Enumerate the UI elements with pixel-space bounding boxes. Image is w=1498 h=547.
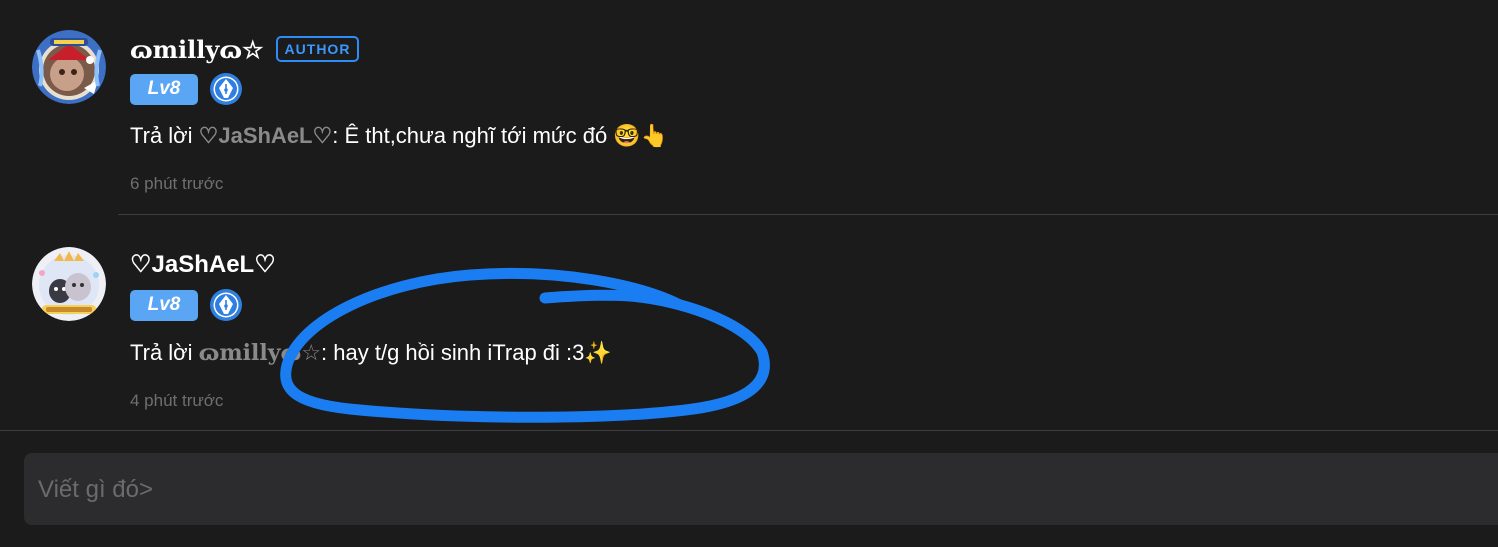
comment-timestamp: 4 phút trước: [130, 391, 224, 410]
comment-input[interactable]: [36, 453, 1480, 527]
reply-text: : hay t/g hồi sinh iTrap đi :3: [321, 340, 585, 365]
comment-item: ɷmillyɷ☆ AUTHOR Lv8 Trả lời ♡JaShAeL♡: Ê…: [0, 0, 1498, 214]
comment-body: Trả lời ♡JaShAeL♡: Ê tht,chưa nghĩ tới m…: [130, 123, 668, 149]
emoji-text: 🤓👆: [613, 123, 669, 148]
user-badges: Lv8: [130, 288, 243, 322]
comment-body: Trả lời ɷmillyɷ☆: hay t/g hồi sinh iTrap…: [130, 340, 612, 366]
comment-timestamp: 6 phút trước: [130, 174, 224, 193]
user-badges: Lv8: [130, 72, 243, 106]
comment-header: ♡JaShAeL♡: [130, 247, 276, 281]
author-badge: AUTHOR: [275, 36, 360, 62]
comment-divider: [0, 430, 1498, 431]
reply-target-star: ☆: [301, 340, 322, 365]
user-avatar[interactable]: [32, 247, 106, 321]
username[interactable]: ɷmillyɷ☆: [130, 35, 264, 64]
reply-target-link[interactable]: ♡JaShAeL♡: [199, 123, 333, 148]
avatar-cats-icon: [32, 247, 106, 321]
comment-composer: [24, 453, 1498, 527]
user-avatar[interactable]: [32, 30, 106, 104]
comment-header: ɷmillyɷ☆ AUTHOR: [130, 32, 360, 66]
pen-nib-icon: [210, 289, 242, 321]
pen-nib-icon: [210, 73, 242, 105]
level-badge: Lv8: [130, 73, 198, 105]
reply-target-link[interactable]: ɷmillyɷ: [199, 340, 302, 366]
reply-prefix: Trả lời: [130, 123, 199, 148]
username[interactable]: ♡JaShAeL♡: [130, 250, 276, 279]
emoji-text: ✨: [584, 340, 612, 365]
level-badge: Lv8: [130, 289, 198, 321]
reply-text: : Ê tht,chưa nghĩ tới mức đó: [332, 123, 614, 148]
avatar-writer-icon: [32, 30, 106, 104]
reply-prefix: Trả lời: [130, 340, 199, 365]
comment-item: ♡JaShAeL♡ Lv8 Trả lời ɷmillyɷ☆: hay t/g …: [0, 215, 1498, 430]
